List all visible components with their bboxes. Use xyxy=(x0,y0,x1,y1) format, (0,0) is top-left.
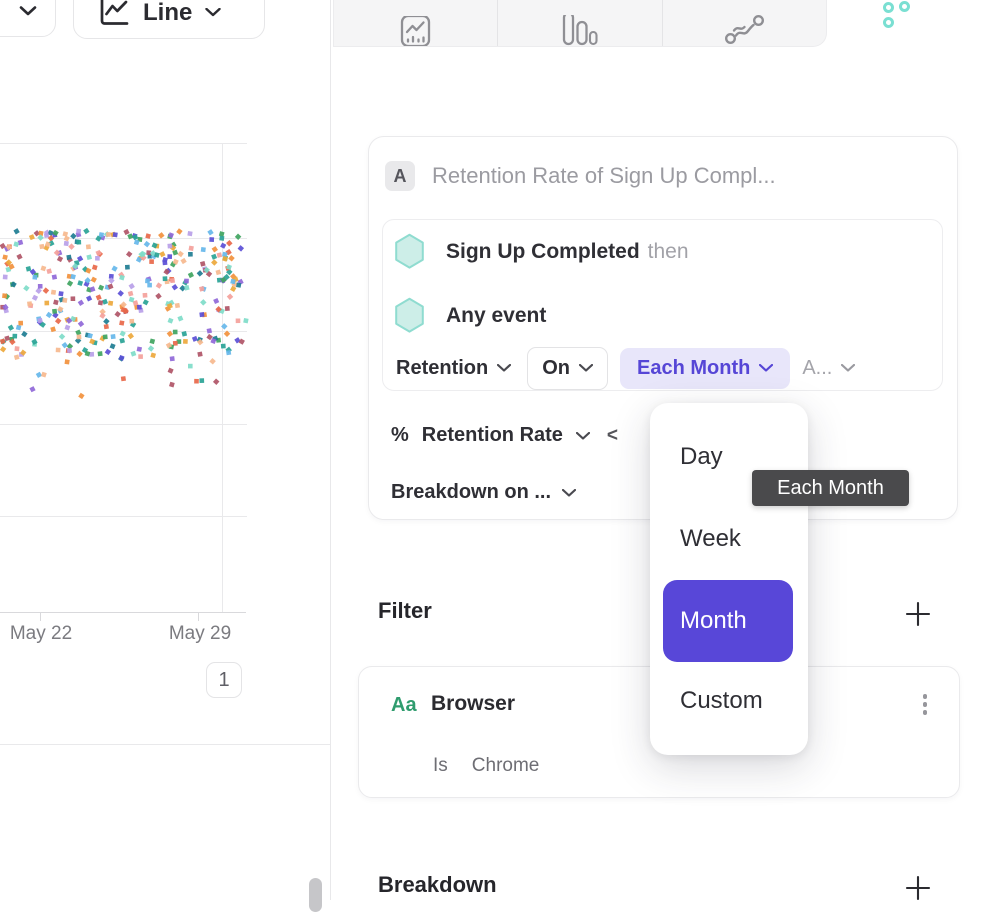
flows-tab-icon xyxy=(724,13,765,46)
chart-type-label: Line xyxy=(143,0,192,27)
tab-line-chart[interactable] xyxy=(334,0,497,46)
breakdown-section-title: Breakdown xyxy=(378,872,497,898)
kebab-dot-icon xyxy=(923,694,928,699)
teal-dot-icon xyxy=(883,17,894,28)
filter-operator[interactable]: Is xyxy=(433,755,448,777)
chevron-down-icon xyxy=(562,489,576,497)
menu-item-custom[interactable]: Custom xyxy=(680,687,763,715)
truncated-dropdown[interactable]: A... xyxy=(802,357,855,380)
tab-scatter-selected[interactable] xyxy=(883,0,923,32)
chart-type-button[interactable]: Line xyxy=(73,0,265,39)
x-tick-label: May 29 xyxy=(165,623,235,645)
retention-controls-row: Retention On Each Month xyxy=(392,346,855,390)
query-builder-panel: A Retention Rate of Sign Up Compl... Sig… xyxy=(331,0,982,900)
chevron-down-icon xyxy=(205,8,221,17)
property-type-icon: Aa xyxy=(391,694,417,717)
scatter-dots-layer xyxy=(0,228,249,399)
teal-dot-icon xyxy=(899,1,910,12)
divider xyxy=(0,744,330,745)
query-card-header: A Retention Rate of Sign Up Compl... xyxy=(385,161,776,191)
events-card: Sign Up Completed then Any event Retentio… xyxy=(382,219,943,391)
event-row[interactable]: Any event xyxy=(394,297,546,334)
interval-menu: Day Week Month Custom xyxy=(650,403,808,755)
interval-dropdown[interactable]: Each Month xyxy=(620,348,790,389)
visualization-tab-bar xyxy=(333,0,827,47)
pagination-button[interactable]: 1 xyxy=(206,662,242,698)
retention-on-dropdown[interactable]: On xyxy=(527,347,608,390)
funnel-bars-tab-icon xyxy=(561,15,598,46)
event-hexagon-icon xyxy=(394,233,425,270)
plus-icon xyxy=(905,875,931,901)
chevron-down-icon xyxy=(576,432,590,440)
interval-tooltip: Each Month xyxy=(752,470,909,506)
kebab-dot-icon xyxy=(923,702,928,707)
event-suffix: then xyxy=(648,240,689,263)
filter-value[interactable]: Chrome xyxy=(472,755,540,777)
filter-condition-row: Is Chrome xyxy=(433,755,539,777)
range-stepper-left[interactable]: < xyxy=(607,425,618,447)
chevron-down-icon xyxy=(19,6,37,16)
menu-item-week[interactable]: Week xyxy=(680,525,741,553)
event-row[interactable]: Sign Up Completed then xyxy=(394,233,689,270)
x-tick-label: May 22 xyxy=(6,623,76,645)
event-name: Any event xyxy=(446,304,546,327)
retention-scatter-chart xyxy=(0,0,330,760)
line-chart-tab-icon xyxy=(399,16,432,46)
plus-icon xyxy=(905,601,931,627)
chart-panel: May 22 May 29 1 Line xyxy=(0,0,330,900)
add-breakdown-button[interactable] xyxy=(904,874,932,902)
teal-dot-icon xyxy=(883,2,894,13)
analysis-type-dropdown[interactable]: Retention xyxy=(392,357,515,380)
filter-section-title: Filter xyxy=(378,598,432,624)
add-filter-button[interactable] xyxy=(904,600,932,628)
event-hexagon-icon xyxy=(394,297,425,334)
tab-funnel-bars[interactable] xyxy=(497,0,661,46)
event-name: Sign Up Completed xyxy=(446,240,640,263)
tab-flows[interactable] xyxy=(662,0,826,46)
chevron-down-icon xyxy=(759,364,773,372)
menu-item-month-selected[interactable]: Month xyxy=(663,580,793,662)
query-title[interactable]: Retention Rate of Sign Up Compl... xyxy=(432,163,776,189)
filter-kebab-menu[interactable] xyxy=(921,694,929,718)
menu-item-day[interactable]: Day xyxy=(680,443,723,471)
x-axis xyxy=(0,612,246,621)
measure-row: % Retention Rate < xyxy=(391,424,618,447)
series-badge: A xyxy=(385,161,415,191)
chevron-down-icon xyxy=(497,364,511,372)
filter-property-name[interactable]: Browser xyxy=(431,692,515,716)
kebab-dot-icon xyxy=(923,710,928,715)
breakdown-on-dropdown[interactable]: Breakdown on ... xyxy=(391,481,576,504)
measure-dropdown[interactable]: Retention Rate xyxy=(422,424,563,447)
chevron-down-icon xyxy=(841,364,855,372)
collapsed-dropdown-button[interactable] xyxy=(0,0,56,37)
percent-symbol: % xyxy=(391,424,409,447)
line-chart-icon xyxy=(99,0,130,27)
chevron-down-icon xyxy=(579,364,593,372)
scrollbar-thumb[interactable] xyxy=(309,878,322,912)
